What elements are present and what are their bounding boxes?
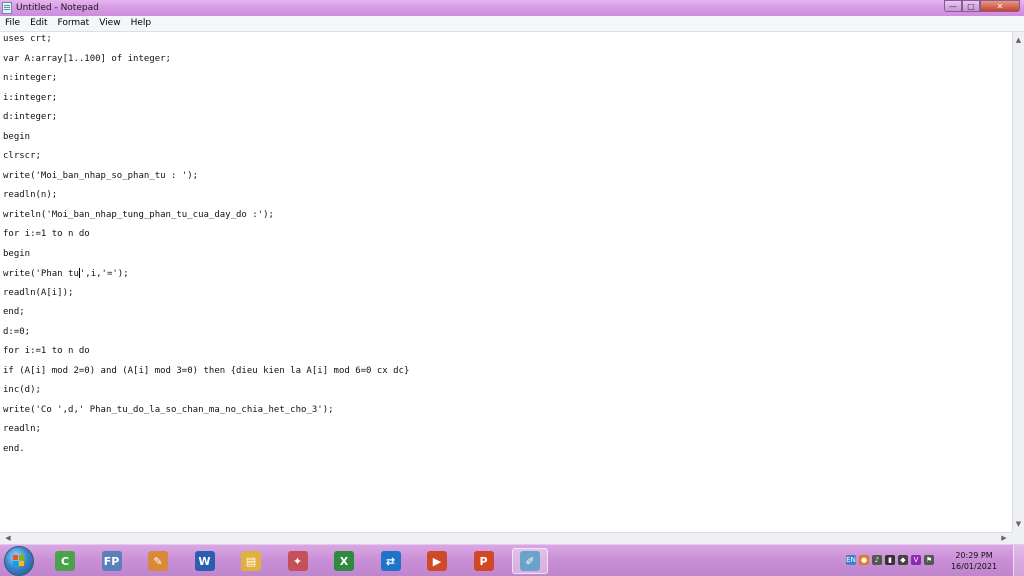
taskbar-app-button[interactable]: ✦ (280, 548, 316, 574)
taskbar-app-button[interactable]: W (187, 548, 223, 574)
language-icon[interactable]: EN (846, 555, 856, 565)
file-explorer-icon: ▤ (241, 551, 261, 571)
start-button[interactable] (4, 546, 34, 576)
close-button[interactable]: ✕ (980, 0, 1020, 12)
code-line: uses crt; (3, 34, 52, 44)
clock[interactable]: 20:29 PM 16/01/2021 (944, 550, 1004, 572)
code-line: clrscr; (3, 151, 41, 161)
horizontal-scrollbar[interactable]: ◀ ▶ (0, 532, 1012, 544)
code-line: write('Phan tu',i,'='); (3, 268, 129, 279)
powerpoint-icon: P (473, 551, 494, 571)
code-line: var A:array[1..100] of integer; (3, 53, 171, 64)
paint-icon: ✎ (148, 551, 168, 571)
puzzle-app-icon: ✦ (287, 551, 308, 571)
window-title: Untitled - Notepad (16, 3, 99, 13)
scroll-up-arrow-icon[interactable]: ▲ (1013, 34, 1024, 46)
system-tray: EN ● ♪ ▮ ◆ V ⚑ (846, 555, 934, 565)
menu-help[interactable]: Help (126, 16, 157, 31)
taskbar-app-button[interactable]: ▤ (233, 548, 269, 574)
code-line: readln(n); (3, 190, 58, 200)
shield-icon[interactable]: ◆ (898, 555, 908, 565)
menu-format[interactable]: Format (53, 16, 95, 31)
show-desktop-button[interactable] (1013, 545, 1024, 576)
clock-time: 20:29 PM (955, 551, 993, 560)
v-icon[interactable]: V (911, 555, 921, 565)
code-line: write('Co ',d,' Phan_tu_do_la_so_chan_ma… (3, 404, 334, 415)
taskbar-app-button[interactable]: FP (94, 548, 130, 574)
code-line: writeln('Moi_ban_nhap_tung_phan_tu_cua_d… (3, 209, 274, 220)
taskbar-app-button[interactable]: X (326, 548, 362, 574)
media-player-icon: ▶ (427, 551, 447, 571)
maximize-button[interactable]: □ (962, 0, 980, 12)
resize-grip[interactable] (1012, 532, 1024, 544)
code-line: readln(A[i]); (3, 287, 74, 298)
taskbar-app-button[interactable]: ✎ (140, 548, 176, 574)
taskbar-app-button[interactable]: C (47, 548, 83, 574)
taskbar-app-button[interactable]: ▶ (419, 548, 455, 574)
excel-icon: X (334, 551, 354, 571)
scroll-down-arrow-icon[interactable]: ▼ (1013, 518, 1024, 530)
text-editor-area[interactable]: uses crt; var A:array[1..100] of integer;… (0, 32, 1012, 532)
taskbar-app-button[interactable]: ⇄ (373, 548, 409, 574)
scroll-right-arrow-icon[interactable]: ▶ (998, 533, 1010, 544)
code-line: begin (3, 248, 31, 259)
text-caret (78, 268, 80, 278)
menu-view[interactable]: View (94, 16, 125, 31)
code-line: inc(d); (3, 385, 41, 395)
code-line: d:integer; (3, 112, 58, 122)
code-line: if (A[i] mod 2=0) and (A[i] mod 3=0) the… (3, 365, 410, 376)
teamviewer-icon: ⇄ (380, 551, 401, 571)
minimize-button[interactable]: — (944, 0, 962, 12)
code-line: end; (3, 307, 25, 317)
notepad-app-icon (2, 2, 12, 14)
code-line: for i:=1 to n do (3, 229, 90, 239)
windows-logo-icon (13, 555, 25, 567)
taskbar-app-button[interactable]: ✐ (512, 548, 548, 574)
taskbar: C FP ✎ W ▤ ✦ X ⇄ ▶ P ✐ EN ● ♪ ▮ ◆ V ⚑ 20:29 PM 16/01/202… (0, 544, 1024, 576)
antivirus-icon[interactable]: ● (859, 555, 869, 565)
code-line: i:integer; (3, 92, 58, 103)
window-controls: — □ ✕ (944, 0, 1020, 12)
notepad-icon: ✐ (520, 551, 540, 571)
volume-icon[interactable]: ♪ (872, 555, 882, 565)
flag-icon[interactable]: ⚑ (924, 555, 934, 565)
menu-bar: File Edit Format View Help (0, 16, 1024, 32)
code-line: end. (3, 443, 25, 454)
network-icon[interactable]: ▮ (885, 555, 895, 565)
menu-file[interactable]: File (0, 16, 25, 31)
code-line: d:=0; (3, 326, 31, 337)
free-pascal-icon: FP (101, 551, 122, 571)
clock-date: 16/01/2021 (950, 562, 998, 571)
code-line: n:integer; (3, 73, 58, 83)
cc-cleaner-icon: C (55, 551, 75, 571)
scroll-left-arrow-icon[interactable]: ◀ (2, 533, 14, 544)
taskbar-app-button[interactable]: P (466, 548, 502, 574)
code-line: for i:=1 to n do (3, 346, 90, 356)
code-line: begin (3, 131, 31, 142)
code-line: write('Moi_ban_nhap_so_phan_tu : '); (3, 170, 199, 181)
code-line: readln; (3, 424, 41, 434)
word-icon: W (194, 551, 215, 571)
vertical-scrollbar[interactable]: ▲ ▼ (1012, 32, 1024, 532)
menu-edit[interactable]: Edit (25, 16, 52, 31)
title-bar[interactable]: Untitled - Notepad — □ ✕ (0, 0, 1024, 16)
